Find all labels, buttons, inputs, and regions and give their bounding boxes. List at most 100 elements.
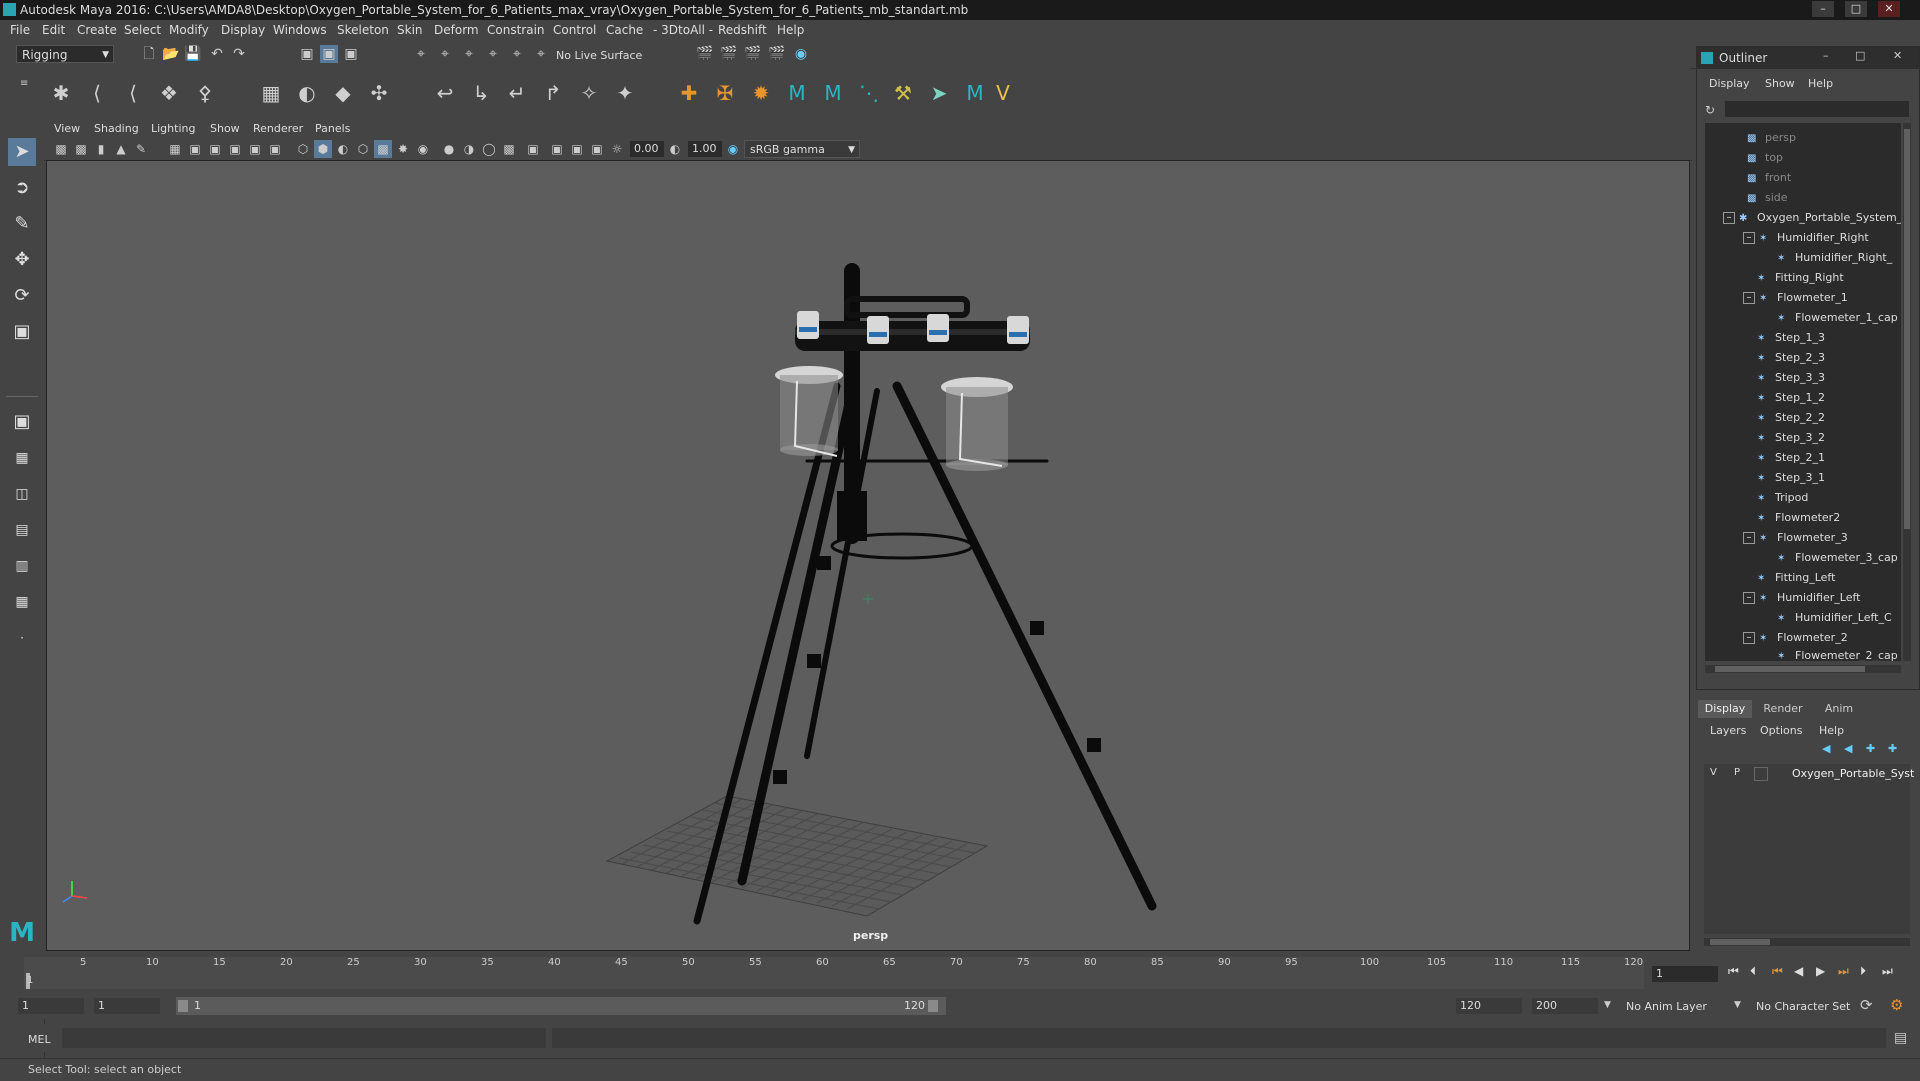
step-back-key-icon[interactable]: ⏮ (1772, 964, 1783, 979)
panel-menu-renderer[interactable]: Renderer (253, 122, 303, 135)
lattice-icon[interactable]: ▦ (258, 80, 284, 106)
select-tool-icon[interactable]: ➤ (8, 138, 36, 166)
anti-aliasing-icon[interactable]: ◯ (480, 140, 498, 158)
open-scene-icon[interactable]: 📂 (162, 45, 180, 63)
new-scene-icon[interactable]: 🗋 (140, 45, 158, 63)
ik-spline-icon[interactable]: ⟨ (120, 80, 146, 106)
toolbox-more-icon[interactable]: · (8, 624, 36, 652)
outliner-item-fitting-right[interactable]: ✶ Fitting_Right (1757, 269, 1844, 287)
command-language-label[interactable]: MEL (28, 1033, 51, 1046)
orient-constraint-icon[interactable]: M (784, 80, 810, 106)
exposure-field[interactable]: 0.00 (630, 141, 664, 157)
go-to-start-icon[interactable]: ⏮ (1728, 964, 1739, 979)
outliner-item-step-3-2[interactable]: ✶ Step_3_2 (1757, 429, 1825, 447)
panel-menu-show[interactable]: Show (210, 122, 240, 135)
point-constraint-icon[interactable]: ✠ (712, 80, 738, 106)
color-space-dropdown[interactable]: sRGB gamma ▼ (744, 140, 860, 158)
xray-icon[interactable]: ▣ (548, 140, 566, 158)
hammer-icon[interactable]: ⚒ (890, 80, 916, 106)
outliner-vertical-scrollbar[interactable] (1903, 123, 1911, 661)
move-layer-down-icon[interactable]: ◀ (1844, 742, 1852, 755)
orient-joint-icon[interactable]: ⚴ (192, 80, 218, 106)
wire-deformer-icon[interactable]: ✣ (366, 80, 392, 106)
chevron-down-icon[interactable]: ▼ (1734, 1000, 1741, 1010)
move-tool-icon[interactable]: ✥ (8, 246, 36, 274)
range-slider[interactable]: 1 120 (176, 997, 946, 1015)
isolate-select-icon[interactable]: ▣ (524, 140, 542, 158)
smooth-bind-icon[interactable]: ↳ (468, 80, 494, 106)
ipr-render-icon[interactable]: 🎬 (720, 45, 738, 63)
minimize-button[interactable]: – (1812, 1, 1834, 17)
wireframe-on-shaded-icon[interactable]: ⬡ (354, 140, 372, 158)
wrap-deformer-icon[interactable]: ◆ (330, 80, 356, 106)
textured-icon[interactable]: ▩ (374, 140, 392, 158)
gamma-field[interactable]: 1.00 (688, 141, 722, 157)
menu-modify[interactable]: Modify (169, 23, 209, 37)
chevron-down-icon[interactable]: ▼ (1604, 1000, 1611, 1010)
select-object-icon[interactable]: ▣ (320, 45, 338, 63)
animation-end-field[interactable]: 200 (1532, 998, 1598, 1014)
image-plane-icon[interactable]: ▲ (112, 140, 130, 158)
menu-constrain[interactable]: Constrain (487, 23, 545, 37)
field-chart-icon[interactable]: ▣ (246, 140, 264, 158)
layer-tab-anim[interactable]: Anim (1814, 700, 1864, 718)
menu-select[interactable]: Select (124, 23, 161, 37)
live-surface-label[interactable]: No Live Surface (556, 49, 642, 62)
outliner-item-side[interactable]: ▩ side (1747, 189, 1788, 207)
scale-constraint-icon[interactable]: ⋱ (856, 80, 882, 106)
collapse-icon[interactable]: – (1743, 232, 1755, 244)
outliner-item-step-1-3[interactable]: ✶ Step_1_3 (1757, 329, 1825, 347)
menu-file[interactable]: File (10, 23, 30, 37)
save-scene-icon[interactable]: 💾 (184, 45, 202, 63)
animation-start-field[interactable]: 1 (18, 998, 84, 1014)
camera-attributes-icon[interactable]: ▩ (72, 140, 90, 158)
persp-outliner-layout-icon[interactable]: ◫ (8, 480, 36, 508)
menu-cache[interactable]: Cache (606, 23, 643, 37)
blend-shape-icon[interactable]: M (962, 80, 988, 106)
playback-start-field[interactable]: 1 (94, 998, 160, 1014)
close-button[interactable]: ✕ (1878, 1, 1900, 17)
use-default-material-icon[interactable]: ◐ (334, 140, 352, 158)
new-layer-icon[interactable]: ✚ (1866, 742, 1875, 755)
panel-menu-shading[interactable]: Shading (94, 122, 139, 135)
outliner-item-step-2-2[interactable]: ✶ Step_2_2 (1757, 409, 1825, 427)
step-back-frame-icon[interactable]: ⏴ (1750, 964, 1756, 979)
step-forward-frame-icon[interactable]: ⏵ (1860, 964, 1866, 979)
collapse-icon[interactable]: – (1743, 632, 1755, 644)
time-slider-track[interactable] (24, 957, 1644, 989)
layer-tab-render[interactable]: Render (1756, 700, 1810, 718)
menu-control[interactable]: Control (553, 23, 596, 37)
maximize-button[interactable]: □ (1845, 1, 1867, 17)
outliner-item-tripod[interactable]: ✶ Tripod (1757, 489, 1808, 507)
menu-redshift[interactable]: Redshift (718, 23, 767, 37)
outliner-item-fitting-left[interactable]: ✶ Fitting_Left (1757, 569, 1835, 587)
exposure-icon[interactable]: ☼ (608, 140, 626, 158)
safe-action-icon[interactable]: ▣ (266, 140, 284, 158)
wireframe-icon[interactable]: ⬡ (294, 140, 312, 158)
character-set-label[interactable]: No Character Set (1756, 1000, 1850, 1013)
step-forward-key-icon[interactable]: ⏭ (1838, 964, 1849, 979)
menu-skeleton[interactable]: Skeleton (337, 23, 389, 37)
outliner-maximize-button[interactable]: □ (1855, 49, 1865, 62)
layer-name[interactable]: Oxygen_Portable_Syst (1792, 767, 1914, 780)
pole-vector-icon[interactable]: ➤ (926, 80, 952, 106)
collapse-icon[interactable]: – (1723, 212, 1735, 224)
outliner-item-humidifier-left[interactable]: – ✶ Humidifier_Left (1743, 589, 1860, 607)
undo-icon[interactable]: ↶ (208, 45, 226, 63)
range-start-handle[interactable] (178, 1000, 188, 1012)
four-view-layout-icon[interactable]: ▦ (8, 444, 36, 472)
hypershade-icon[interactable]: 🎬 (768, 45, 786, 63)
animation-preferences-icon[interactable]: ⚙ (1890, 996, 1903, 1014)
grid-toggle-icon[interactable]: ▦ (166, 140, 184, 158)
symmetry-icon[interactable]: V (990, 80, 1016, 106)
outliner-minimize-button[interactable]: – (1823, 49, 1829, 62)
outliner-close-button[interactable]: ✕ (1893, 49, 1902, 62)
menu-create[interactable]: Create (77, 23, 117, 37)
snap-curve-icon[interactable]: ⌖ (436, 45, 454, 63)
outliner-item-flowmeter-3[interactable]: – ✶ Flowmeter_3 (1743, 529, 1848, 547)
layer-playback-toggle[interactable]: P (1734, 767, 1740, 778)
go-to-end-icon[interactable]: ⏭ (1882, 964, 1893, 979)
rotate-tool-icon[interactable]: ⟳ (8, 282, 36, 310)
outliner-item-step-1-2[interactable]: ✶ Step_1_2 (1757, 389, 1825, 407)
snap-view-plane-icon[interactable]: ⌖ (484, 45, 502, 63)
